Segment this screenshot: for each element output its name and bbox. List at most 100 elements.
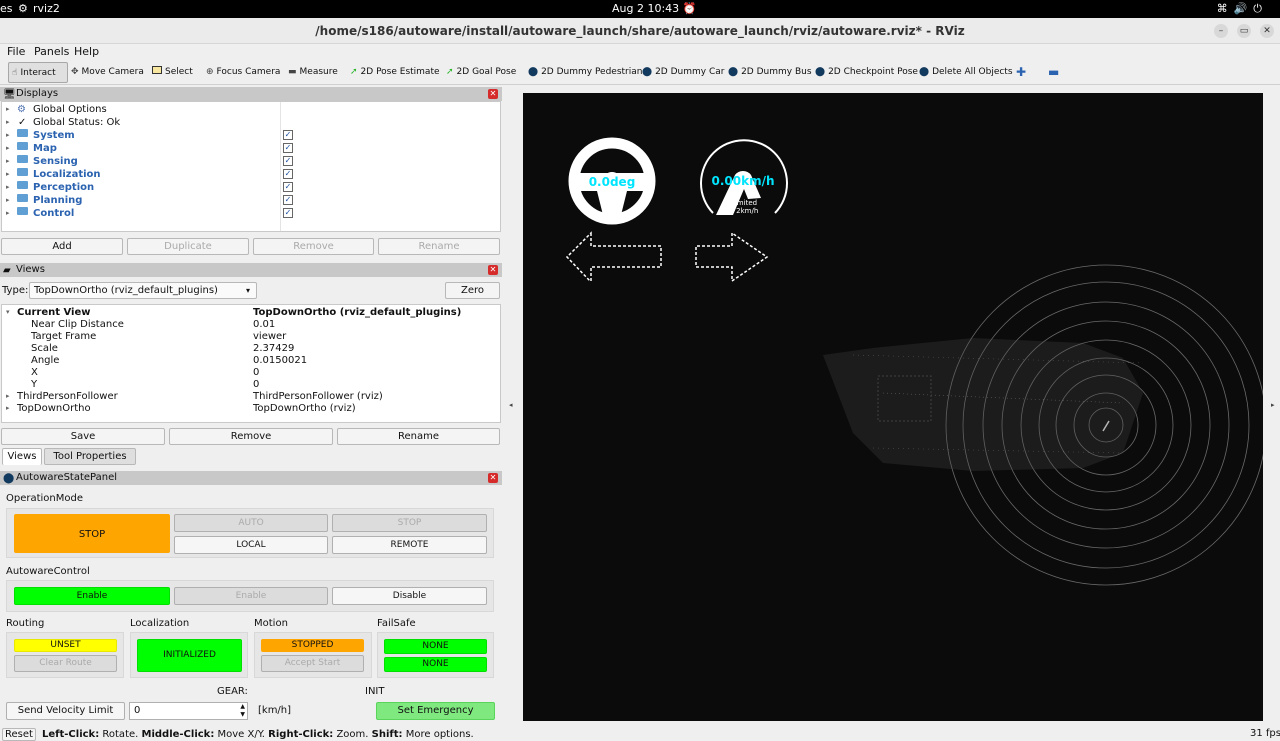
enable-button[interactable]: Enable — [174, 587, 328, 605]
tree-row-sensing[interactable]: ▸ Sensing ✓ — [2, 155, 502, 168]
add-display-button[interactable]: Add — [1, 238, 123, 255]
set-emergency-button[interactable]: Set Emergency — [376, 702, 495, 720]
saved-view-row[interactable]: ▸ TopDownOrtho TopDownOrtho (rviz) — [2, 402, 500, 415]
view-type-select[interactable]: TopDownOrtho (rviz_default_plugins) ▾ — [29, 282, 257, 299]
enable-checkbox[interactable]: ✓ — [283, 195, 293, 205]
autoware-icon: ⬤ — [728, 67, 739, 77]
operation-mode-state: STOP — [14, 514, 170, 553]
routing-state: UNSET — [14, 639, 117, 652]
select-tool[interactable]: Select — [152, 62, 193, 83]
rename-display-button[interactable]: Rename — [378, 238, 500, 255]
green-arrow-icon: ➚ — [350, 67, 358, 77]
autoware-icon: ⬤ — [528, 67, 539, 77]
clock[interactable]: Aug 2 10:43 ⏰ — [612, 2, 696, 15]
measure-tool[interactable]: ▬ Measure — [288, 62, 338, 83]
add-tool-icon[interactable]: ✚ — [1016, 62, 1026, 83]
autoware-icon: ⬤ — [919, 67, 930, 77]
pose-estimate-tool[interactable]: ➚ 2D Pose Estimate — [350, 62, 440, 83]
render-viewport[interactable]: 0.0deg 0.00km/h limited 72km/h — [523, 93, 1263, 721]
autoware-icon: ⬤ — [642, 67, 653, 77]
menu-file[interactable]: File — [7, 45, 25, 58]
folder-icon — [17, 155, 28, 163]
interact-tool[interactable]: ☝ Interact — [8, 62, 68, 83]
close-displays-button[interactable]: ✕ — [488, 89, 498, 99]
remote-button[interactable]: REMOTE — [332, 536, 487, 554]
gear-icon: ⚙ — [17, 104, 26, 115]
close-window-button[interactable]: ✕ — [1260, 24, 1274, 38]
tree-row-perception[interactable]: ▸ Perception ✓ — [2, 181, 502, 194]
status-bar: Reset Left-Click: Rotate. Middle-Click: … — [0, 728, 1280, 741]
duplicate-display-button[interactable]: Duplicate — [127, 238, 249, 255]
view-type-label: Type: — [2, 285, 29, 296]
save-view-button[interactable]: Save — [1, 428, 165, 445]
camera-icon: ▰ — [3, 265, 11, 276]
views-panel-title: ▰ Views ✕ — [0, 263, 502, 277]
app-name[interactable]: rviz2 — [33, 2, 60, 15]
reset-button[interactable]: Reset — [2, 728, 36, 741]
checkpoint-pose-tool[interactable]: ⬤ 2D Checkpoint Pose — [815, 62, 918, 83]
collapse-right-icon[interactable]: ▸ — [1271, 401, 1275, 409]
gear-label: GEAR: — [217, 686, 248, 697]
select-icon — [152, 66, 162, 74]
check-icon: ✓ — [18, 117, 27, 128]
autoware-icon: ⬤ — [815, 67, 826, 77]
stop-button[interactable]: STOP — [332, 514, 487, 532]
enable-checkbox[interactable]: ✓ — [283, 182, 293, 192]
close-state-panel-button[interactable]: ✕ — [488, 473, 498, 483]
goal-pose-tool[interactable]: ➚ 2D Goal Pose — [446, 62, 516, 83]
accept-start-button[interactable]: Accept Start — [261, 655, 364, 672]
tree-row-map[interactable]: ▸ Map ✓ — [2, 142, 502, 155]
move-camera-tool[interactable]: ✥ Move Camera — [71, 62, 144, 83]
remove-view-button[interactable]: Remove — [169, 428, 333, 445]
enable-checkbox[interactable]: ✓ — [283, 156, 293, 166]
menu-panels[interactable]: Panels — [34, 45, 69, 58]
menu-help[interactable]: Help — [74, 45, 99, 58]
folder-icon — [17, 207, 28, 215]
close-views-button[interactable]: ✕ — [488, 265, 498, 275]
localization-label: Localization — [130, 618, 190, 629]
enable-checkbox[interactable]: ✓ — [283, 143, 293, 153]
remove-display-button[interactable]: Remove — [253, 238, 374, 255]
failsafe-state-1: NONE — [384, 639, 487, 654]
steering-angle-text: 0.0deg — [589, 175, 636, 189]
enable-checkbox[interactable]: ✓ — [283, 130, 293, 140]
auto-button[interactable]: AUTO — [174, 514, 328, 532]
tree-row-localization[interactable]: ▸ Localization ✓ — [2, 168, 502, 181]
move-icon: ✥ — [71, 67, 79, 77]
collapse-left-icon[interactable]: ◂ — [509, 401, 513, 409]
dummy-pedestrian-tool[interactable]: ⬤ 2D Dummy Pedestrian — [528, 62, 642, 83]
delete-all-objects-tool[interactable]: ⬤ Delete All Objects — [919, 62, 1013, 83]
motion-state: STOPPED — [261, 639, 364, 652]
speed-text: 0.00km/h — [711, 174, 774, 188]
menubar: File Panels Help — [0, 44, 1280, 61]
minimize-button[interactable]: – — [1214, 24, 1228, 38]
tree-row-control[interactable]: ▸ Control ✓ — [2, 207, 502, 220]
motion-label: Motion — [254, 618, 288, 629]
enable-checkbox[interactable]: ✓ — [283, 208, 293, 218]
zero-button[interactable]: Zero — [445, 282, 500, 299]
tree-row-system[interactable]: ▸ System ✓ — [2, 129, 502, 142]
send-velocity-limit-button[interactable]: Send Velocity Limit — [6, 702, 125, 720]
clear-route-button[interactable]: Clear Route — [14, 655, 117, 672]
activities-label[interactable]: es — [0, 2, 13, 15]
chevron-down-icon: ▾ — [245, 286, 250, 295]
remove-tool-icon[interactable]: ▬ — [1048, 62, 1059, 83]
speed-limit-value: 72km/h — [732, 207, 759, 215]
tree-row-planning[interactable]: ▸ Planning ✓ — [2, 194, 502, 207]
dummy-bus-tool[interactable]: ⬤ 2D Dummy Bus — [728, 62, 812, 83]
focus-camera-tool[interactable]: ⊕ Focus Camera — [206, 62, 280, 83]
system-tray-icons[interactable]: ⌘🔊⏻ — [1217, 2, 1268, 16]
maximize-button[interactable]: ▭ — [1237, 24, 1251, 38]
enable-checkbox[interactable]: ✓ — [283, 169, 293, 179]
ruler-icon: ▬ — [288, 67, 297, 77]
velocity-limit-input[interactable]: 0 ▲ ▼ — [129, 702, 248, 720]
tab-tool-properties[interactable]: Tool Properties — [44, 448, 136, 465]
green-arrow-icon: ➚ — [446, 67, 454, 77]
spinbox-arrows-icon[interactable]: ▲ ▼ — [240, 703, 245, 719]
disable-button[interactable]: Disable — [332, 587, 487, 605]
rename-view-button[interactable]: Rename — [337, 428, 500, 445]
tab-views[interactable]: Views — [2, 448, 42, 465]
dummy-car-tool[interactable]: ⬤ 2D Dummy Car — [642, 62, 724, 83]
local-button[interactable]: LOCAL — [174, 536, 328, 554]
folder-icon — [17, 168, 28, 176]
